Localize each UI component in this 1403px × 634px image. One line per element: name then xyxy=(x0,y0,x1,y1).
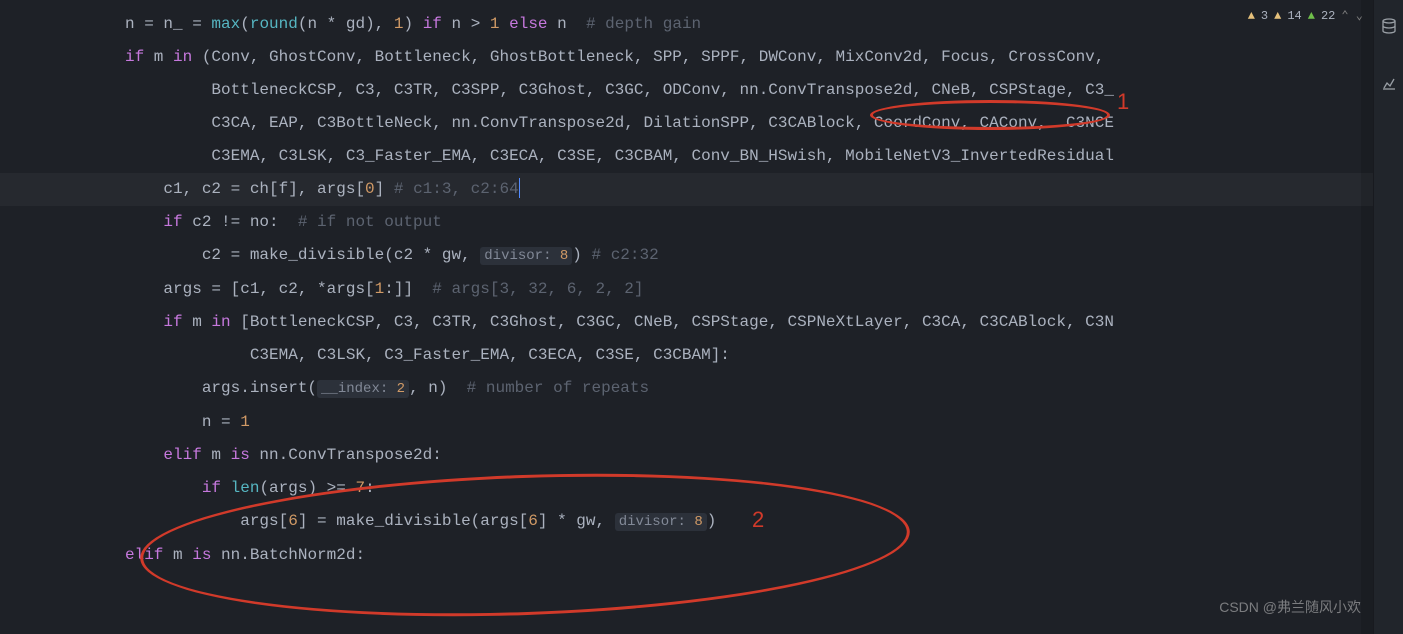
chart-icon[interactable] xyxy=(1381,71,1397,104)
inlay-hint: divisor: 8 xyxy=(615,513,707,531)
code-line: elif m is nn.BatchNorm2d: xyxy=(0,539,1403,572)
code-line: if len(args) >= 7: xyxy=(0,472,1403,505)
code-line-current: c1, c2 = ch[f], args[0] # c1:3, c2:64 xyxy=(0,173,1403,206)
code-line: n = n_ = max(round(n * gd), 1) if n > 1 … xyxy=(0,8,1403,41)
code-line: if m in (Conv, GhostConv, Bottleneck, Gh… xyxy=(0,41,1403,74)
code-line: BottleneckCSP, C3, C3TR, C3SPP, C3Ghost,… xyxy=(0,74,1403,107)
watermark: CSDN @弗兰随风小欢 xyxy=(1219,591,1361,624)
code-line: C3CA, EAP, C3BottleNeck, nn.ConvTranspos… xyxy=(0,107,1403,140)
database-icon[interactable] xyxy=(1381,14,1397,47)
weak-warning-icon: ▲ xyxy=(1308,0,1315,33)
warning-count: 3 xyxy=(1261,0,1268,33)
code-editor[interactable]: n = n_ = max(round(n * gd), 1) if n > 1 … xyxy=(0,0,1403,572)
code-line: elif m is nn.ConvTranspose2d: xyxy=(0,439,1403,472)
inspection-status[interactable]: ▲3 ▲14 ▲22 ⌃ ⌄ xyxy=(1248,0,1363,33)
text-caret xyxy=(519,178,520,198)
code-line: C3EMA, C3LSK, C3_Faster_EMA, C3ECA, C3SE… xyxy=(0,339,1403,372)
collapse-icon[interactable]: ⌃ ⌄ xyxy=(1341,0,1363,33)
code-line: if c2 != no: # if not output xyxy=(0,206,1403,239)
inlay-hint: __index: 2 xyxy=(317,380,409,398)
inlay-hint: divisor: 8 xyxy=(480,247,572,265)
tool-sidebar xyxy=(1373,0,1403,634)
vertical-scrollbar[interactable] xyxy=(1361,0,1373,634)
warning-count: 14 xyxy=(1287,0,1301,33)
code-line: c2 = make_divisible(c2 * gw, divisor: 8)… xyxy=(0,239,1403,273)
code-line: if m in [BottleneckCSP, C3, C3TR, C3Ghos… xyxy=(0,306,1403,339)
code-line: C3EMA, C3LSK, C3_Faster_EMA, C3ECA, C3SE… xyxy=(0,140,1403,173)
weak-warning-count: 22 xyxy=(1321,0,1335,33)
code-line: args = [c1, c2, *args[1:]] # args[3, 32,… xyxy=(0,273,1403,306)
code-line: n = 1 xyxy=(0,406,1403,439)
warning-icon: ▲ xyxy=(1248,0,1255,33)
warning-icon: ▲ xyxy=(1274,0,1281,33)
code-line: args.insert(__index: 2, n) # number of r… xyxy=(0,372,1403,406)
code-line: args[6] = make_divisible(args[6] * gw, d… xyxy=(0,505,1403,539)
